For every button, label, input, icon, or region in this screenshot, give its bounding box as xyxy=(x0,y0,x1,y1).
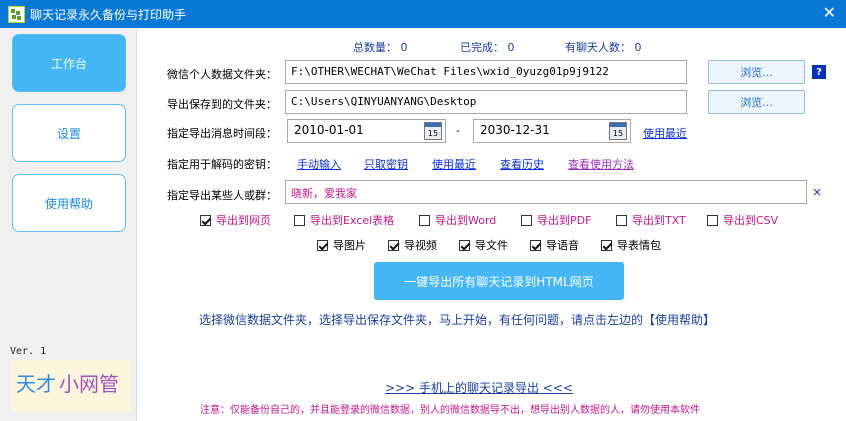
export-all-html-button[interactable]: 一键导出所有聊天记录到HTML网页 xyxy=(374,262,624,300)
end-date-picker[interactable]: 2030-12-31 15 xyxy=(473,119,631,143)
checkbox-label: 导文件 xyxy=(475,239,508,252)
export-word-checkbox[interactable]: 导出到Word xyxy=(419,212,496,228)
wechat-folder-label: 微信个人数据文件夹： xyxy=(167,68,277,81)
key-view-history-link[interactable]: 查看历史 xyxy=(500,156,544,172)
checkbox-box[interactable] xyxy=(459,239,470,251)
app-icon xyxy=(8,6,25,23)
sidebar-item-settings[interactable]: 设置 xyxy=(12,104,126,162)
save-folder-label: 导出保存到的文件夹： xyxy=(167,98,277,111)
mobile-export-link[interactable]: >>> 手机上的聊天记录导出 <<< xyxy=(385,379,573,396)
warning-note: 注意：仅能备份自己的，并且能登录的微信数据，别人的微信数据导不出，想导出别人数据… xyxy=(200,405,700,416)
key-usage-guide-link[interactable]: 查看使用方法 xyxy=(568,156,634,172)
window-title: 聊天记录永久备份与打印助手 xyxy=(30,8,187,22)
checkbox-box[interactable] xyxy=(521,214,532,226)
help-question-icon[interactable]: ? xyxy=(812,65,826,79)
export-pdf-checkbox[interactable]: 导出到PDF xyxy=(521,212,591,228)
export-videos-checkbox[interactable]: 导视频 xyxy=(388,237,437,253)
key-fetch-only-link[interactable]: 只取密钥 xyxy=(364,156,408,172)
stat-done: 已完成： 0 xyxy=(460,41,515,54)
checkbox-label: 导视频 xyxy=(404,239,437,252)
save-folder-input[interactable]: C:\Users\QINYUANYANG\Desktop xyxy=(285,90,687,114)
date-use-recent-link[interactable]: 使用最近 xyxy=(643,125,687,141)
logo-text-part2: 小网管 xyxy=(59,372,119,396)
date-range-label: 指定导出消息时间段： xyxy=(167,127,277,140)
checkbox-box[interactable] xyxy=(530,239,541,251)
logo: 天才 小网管 xyxy=(11,360,131,412)
start-date-value: 2010-01-01 xyxy=(294,123,364,137)
date-separator: - xyxy=(456,124,460,137)
export-images-checkbox[interactable]: 导图片 xyxy=(317,237,366,253)
checkbox-label: 导出到Excel表格 xyxy=(310,214,395,227)
end-date-value: 2030-12-31 xyxy=(480,123,550,137)
sidebar: 工作台 设置 使用帮助 Ver. 1 天才 小网管 xyxy=(0,28,137,421)
checkbox-box[interactable] xyxy=(294,214,305,226)
export-stickers-checkbox[interactable]: 导表情包 xyxy=(601,237,661,253)
title-bar: 聊天记录永久备份与打印助手 ✕ xyxy=(0,0,846,28)
checkbox-label: 导出到PDF xyxy=(537,214,592,227)
main-panel: 总数量： 0 已完成： 0 有聊天人数： 0 微信个人数据文件夹： F:\OTH… xyxy=(137,28,846,421)
stat-contacts: 有聊天人数： 0 xyxy=(565,41,642,54)
stat-total-value: 0 xyxy=(400,41,408,54)
checkbox-box[interactable] xyxy=(388,239,399,251)
version-label: Ver. 1 xyxy=(10,346,47,357)
checkbox-label: 导出到TXT xyxy=(632,214,686,227)
stat-total: 总数量： 0 xyxy=(353,41,408,54)
contacts-filter-input[interactable]: 晓新，爱我家 xyxy=(285,180,807,204)
checkbox-box[interactable] xyxy=(616,214,627,226)
checkbox-box[interactable] xyxy=(317,239,328,251)
start-date-picker[interactable]: 2010-01-01 15 xyxy=(287,119,446,143)
checkbox-box[interactable] xyxy=(601,239,612,251)
stat-done-value: 0 xyxy=(507,41,515,54)
export-excel-checkbox[interactable]: 导出到Excel表格 xyxy=(294,212,394,228)
export-files-checkbox[interactable]: 导文件 xyxy=(459,237,508,253)
calendar-icon[interactable]: 15 xyxy=(609,122,627,140)
checkbox-box[interactable] xyxy=(419,214,430,226)
checkbox-label: 导出到Word xyxy=(435,214,497,227)
contacts-filter-label: 指定导出某些人或群： xyxy=(167,189,277,202)
export-csv-checkbox[interactable]: 导出到CSV xyxy=(707,212,778,228)
checkbox-label: 导语音 xyxy=(546,239,579,252)
stat-contacts-value: 0 xyxy=(634,41,642,54)
export-voice-checkbox[interactable]: 导语音 xyxy=(530,237,579,253)
checkbox-label: 导出到网页 xyxy=(216,214,271,227)
export-html-checkbox[interactable]: 导出到网页 xyxy=(200,212,271,228)
key-manual-input-link[interactable]: 手动输入 xyxy=(297,156,341,172)
export-txt-checkbox[interactable]: 导出到TXT xyxy=(616,212,686,228)
calendar-icon[interactable]: 15 xyxy=(424,122,442,140)
checkbox-label: 导出到CSV xyxy=(723,214,779,227)
wechat-folder-browse-button[interactable]: 浏览... xyxy=(708,60,805,84)
checkbox-label: 导表情包 xyxy=(617,239,661,252)
sidebar-item-workbench[interactable]: 工作台 xyxy=(12,34,126,92)
wechat-folder-input[interactable]: F:\OTHER\WECHAT\WeChat Files\wxid_0yuzg0… xyxy=(285,60,687,84)
close-icon[interactable]: ✕ xyxy=(823,4,836,22)
decrypt-key-label: 指定用于解码的密钥： xyxy=(167,158,277,171)
checkbox-label: 导图片 xyxy=(333,239,366,252)
clear-icon[interactable]: × xyxy=(812,185,822,199)
save-folder-browse-button[interactable]: 浏览... xyxy=(708,90,805,114)
checkbox-box[interactable] xyxy=(707,214,718,226)
instructions-text: 选择微信数据文件夹，选择导出保存文件夹，马上开始，有任何问题，请点击左边的【使用… xyxy=(199,313,716,327)
sidebar-item-help[interactable]: 使用帮助 xyxy=(12,174,126,232)
key-use-recent-link[interactable]: 使用最近 xyxy=(432,156,476,172)
checkbox-box[interactable] xyxy=(200,214,211,226)
logo-text-part1: 天才 xyxy=(16,372,56,396)
